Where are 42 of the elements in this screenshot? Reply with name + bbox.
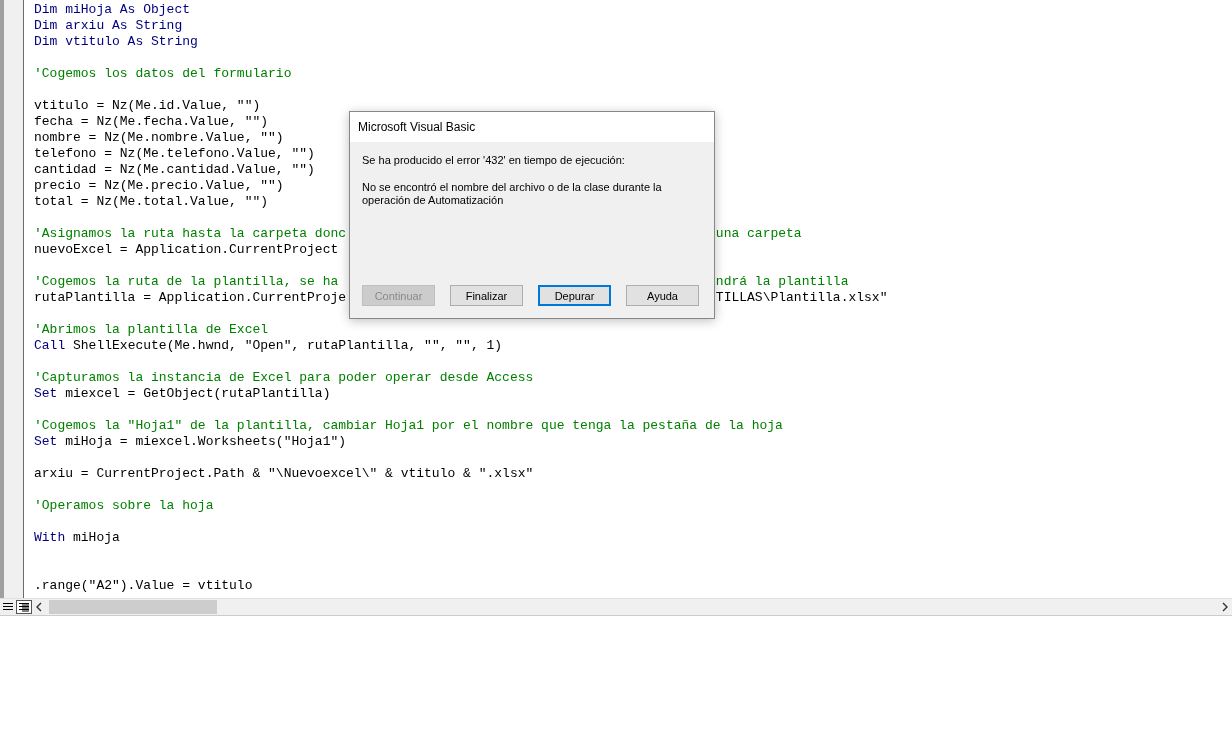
- code-text: 'Cogemos la ruta de la plantilla, se ha: [34, 274, 339, 289]
- code-text: ndrá la plantilla: [715, 274, 849, 289]
- scroll-right-icon[interactable]: [1221, 602, 1229, 612]
- dialog-button[interactable]: Ayuda: [626, 285, 699, 306]
- code-text: 'Asignamos la ruta hasta la carpeta donc: [34, 226, 347, 241]
- code-text: arxiu = CurrentProject.Path & "\Nuevoexcel\" & vtitulo & ".xlsx": [34, 466, 534, 481]
- error-detail: No se encontró el nombre del archivo o de la clase durante la operación de Automatización: [362, 181, 663, 207]
- code-text: telefono = Nz(Me.telefono.Value, ""): [34, 146, 315, 161]
- code-text: total = Nz(Me.total.Value, ""): [34, 194, 269, 209]
- code-text: 'Operamos sobre la hoja: [34, 498, 214, 513]
- code-text: Call: [34, 338, 66, 353]
- scrollbar-thumb[interactable]: [49, 600, 217, 614]
- code-text: 'Cogemos los datos del formulario: [34, 66, 292, 81]
- error-message: Se ha producido el error '432' en tiempo de ejecución:: [362, 154, 626, 166]
- code-text: With: [34, 530, 66, 545]
- code-text: nombre = Nz(Me.nombre.Value, ""): [34, 130, 284, 145]
- code-text: 'Cogemos la "Hoja1" de la plantilla, cambiar Hoja1 por el nombre que tenga la pestaña de la hoja: [34, 418, 783, 433]
- code-text: miHoja: [72, 530, 120, 545]
- dialog-title: Microsoft Visual Basic: [350, 112, 714, 142]
- dialog-button[interactable]: Finalizar: [450, 285, 523, 306]
- code-text: fecha = Nz(Me.fecha.Value, ""): [34, 114, 269, 129]
- code-text: vtitulo = Nz(Me.id.Value, ""): [34, 98, 261, 113]
- code-text: .range("A2").Value = vtitulo: [34, 578, 253, 593]
- code-text: 'Abrimos la plantilla de Excel: [34, 322, 269, 337]
- code-text: nuevoExcel = Application.CurrentProject: [34, 242, 339, 257]
- code-text: una carpeta: [715, 226, 802, 241]
- code-text: 'Capturamos la instancia de Excel para poder operar desde Access: [34, 370, 534, 385]
- code-text: cantidad = Nz(Me.cantidad.Value, ""): [34, 162, 315, 177]
- code-text: miexcel = GetObject(rutaPlantilla): [64, 386, 331, 401]
- code-text: Set: [34, 434, 58, 449]
- code-text: Dim miHoja As Object: [34, 2, 191, 17]
- module-view-icon[interactable]: [16, 600, 32, 614]
- code-text: precio = Nz(Me.precio.Value, ""): [34, 178, 284, 193]
- code-text: Dim arxiu As String: [34, 18, 183, 33]
- code-text: miHoja = miexcel.Worksheets("Hoja1"): [64, 434, 347, 449]
- code-text: Dim vtitulo As String: [34, 34, 198, 49]
- code-text: Set: [34, 386, 58, 401]
- code-text: rutaPlantilla = Application.CurrentProje: [34, 290, 347, 305]
- code-text: TILLAS\Plantilla.xlsx": [715, 290, 888, 305]
- scroll-left-icon[interactable]: [35, 602, 43, 612]
- dialog-button[interactable]: Depurar: [538, 285, 611, 306]
- code-text: ShellExecute(Me.hwnd, "Open", rutaPlantilla, "", "", 1): [72, 338, 503, 353]
